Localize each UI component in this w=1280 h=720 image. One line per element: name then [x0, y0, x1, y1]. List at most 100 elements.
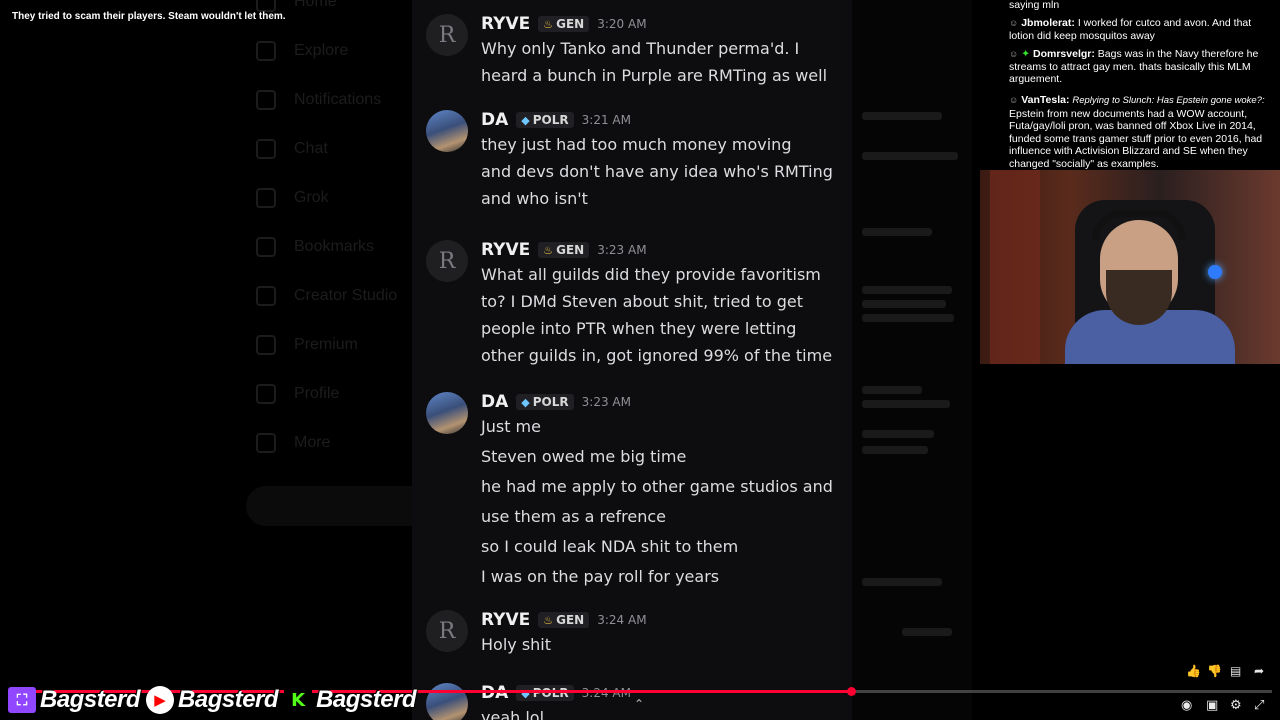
twitch-icon: ⛶ [8, 687, 36, 713]
social-name: Bagsterd [316, 686, 417, 713]
message-line: he had me apply to other game studios an… [481, 477, 833, 496]
message-body: Just me Steven owed me big time he had me … [481, 413, 843, 590]
message-line: they just had too much money moving [481, 135, 792, 154]
username[interactable]: DA [481, 110, 508, 130]
avatar[interactable] [426, 110, 468, 152]
user-icon: ☺ [1009, 95, 1019, 105]
guild-tag[interactable]: ♨ GEN [538, 612, 590, 628]
timestamp: 3:20 AM [597, 17, 647, 31]
webcam-feed [980, 170, 1280, 364]
guild-tag-label: GEN [556, 243, 585, 257]
bg-nav-label: More [294, 434, 331, 451]
captions-icon[interactable]: ▣ [1206, 698, 1218, 713]
avatar[interactable]: R [426, 14, 468, 56]
bg-nav-label: Profile [294, 385, 340, 402]
message-line: other guilds in, got ignored 99% of the … [481, 346, 833, 365]
flame-icon: ♨ [543, 613, 554, 627]
live-chat-overlay: saying mln ☺ Jbmolerat: I worked for cutco… [1003, 0, 1280, 170]
chat-text: Epstein from new documents had a WOW acc… [1009, 107, 1263, 170]
live-chat-message: ☺ VanTesla: Replying to Slunch: Has Epste… [1009, 94, 1277, 170]
guild-tag-label: POLR [532, 113, 569, 127]
dislike-icon[interactable]: 👎 [1207, 664, 1222, 678]
message-line: to? I DMd Steven about shit, tried to ge… [481, 292, 804, 311]
chevron-up-icon[interactable]: ⌃ [634, 697, 644, 711]
username[interactable]: RYVE [481, 240, 530, 260]
message-body: What all guilds did they provide favorit… [481, 261, 843, 369]
share-icon[interactable]: ➦ [1254, 664, 1264, 678]
gem-icon: ◆ [521, 113, 530, 127]
message-line: people into PTR when they were letting [481, 319, 797, 338]
chat-username: VanTesla: [1021, 94, 1070, 106]
background-sidebar: Home Explore Notifications Chat Grok Bookmark… [240, 0, 446, 720]
guild-tag-label: GEN [556, 17, 585, 31]
timestamp: 3:21 AM [581, 113, 631, 127]
bg-nav-item: Explore [256, 41, 348, 61]
username[interactable]: RYVE [481, 14, 530, 34]
bg-nav-item: Grok [256, 188, 329, 208]
bell-icon [256, 90, 276, 110]
message-line: What all guilds did they provide favorit… [481, 265, 821, 284]
like-icon[interactable]: 👍 [1186, 664, 1201, 678]
bg-nav-label: Explore [294, 42, 349, 59]
message-body: Why only Tanko and Thunder perma'd. I hea… [481, 35, 843, 89]
bg-nav-label: Home [294, 0, 337, 10]
message-line: Holy shit [481, 635, 552, 654]
background-right-panel [852, 0, 972, 720]
live-chat-message: ☺ Jbmolerat: I worked for cutco and avon.… [1009, 17, 1277, 42]
chat-text: saying mln [1009, 0, 1060, 11]
chat-icon [256, 139, 276, 159]
autoplay-toggle-icon[interactable]: ◉ [1181, 698, 1192, 713]
bg-nav-item: Profile [256, 384, 339, 404]
guild-tag[interactable]: ♨ GEN [538, 242, 590, 258]
flame-icon: ♨ [543, 243, 554, 257]
message-line: and devs don't have any idea who's RMTin… [481, 162, 833, 181]
grok-icon [256, 188, 276, 208]
settings-gear-icon[interactable]: ⚙ [1230, 698, 1242, 713]
user-icon: ☺ [1009, 18, 1019, 28]
bg-nav-item: Notifications [256, 90, 381, 110]
bg-nav-label: Notifications [294, 91, 382, 108]
chat-username: Domrsvelgr: [1033, 48, 1095, 60]
bookmark-icon [256, 237, 276, 257]
kick-icon: K [284, 687, 313, 713]
avatar[interactable]: R [426, 610, 468, 652]
message-line: Why only Tanko and Thunder perma'd. I [481, 39, 800, 58]
guild-tag[interactable]: ◆ POLR [516, 112, 574, 128]
guild-tag[interactable]: ♨ GEN [538, 16, 590, 32]
guild-tag-label: POLR [532, 395, 569, 409]
profile-icon [256, 384, 276, 404]
comment-icon[interactable]: ▤ [1230, 664, 1241, 678]
bg-nav-item: Premium [256, 335, 358, 355]
live-chat-message: saying mln [1009, 0, 1277, 12]
flame-icon: ♨ [543, 17, 554, 31]
timestamp: 3:24 AM [597, 613, 647, 627]
user-icon: ☺ [1009, 49, 1019, 59]
guild-tag-label: GEN [556, 613, 585, 627]
exit-fullscreen-icon[interactable]: ⤢ [1254, 698, 1264, 713]
social-name: Bagsterd [40, 686, 141, 713]
x-icon [256, 335, 276, 355]
social-kick: K Bagsterd [284, 686, 417, 714]
username[interactable]: RYVE [481, 610, 530, 630]
avatar[interactable] [426, 392, 468, 434]
message-body: they just had too much money moving and d… [481, 131, 843, 212]
message-line: Just me [481, 417, 541, 436]
bg-nav-label: Grok [294, 189, 329, 206]
message-line: use them as a refrence [481, 507, 667, 526]
message-line: I was on the pay roll for years [481, 567, 720, 586]
guild-tag[interactable]: ◆ POLR [516, 394, 574, 410]
timestamp: 3:23 AM [581, 395, 631, 409]
creator-icon [256, 286, 276, 306]
bg-nav-label: Bookmarks [294, 238, 375, 255]
message-line: heard a bunch in Purple are RMTing as we… [481, 66, 828, 85]
message-body: Holy shit [481, 631, 843, 658]
bg-nav-label: Chat [294, 140, 328, 157]
social-handles: ⛶ Bagsterd ▶ Bagsterd K Bagsterd [8, 686, 417, 714]
username[interactable]: DA [481, 392, 508, 412]
more-icon [256, 433, 276, 453]
message-line: and who isn't [481, 189, 588, 208]
avatar[interactable]: R [426, 240, 468, 282]
gem-icon: ◆ [521, 395, 530, 409]
message-line: Steven owed me big time [481, 447, 687, 466]
youtube-icon: ▶ [146, 686, 175, 714]
